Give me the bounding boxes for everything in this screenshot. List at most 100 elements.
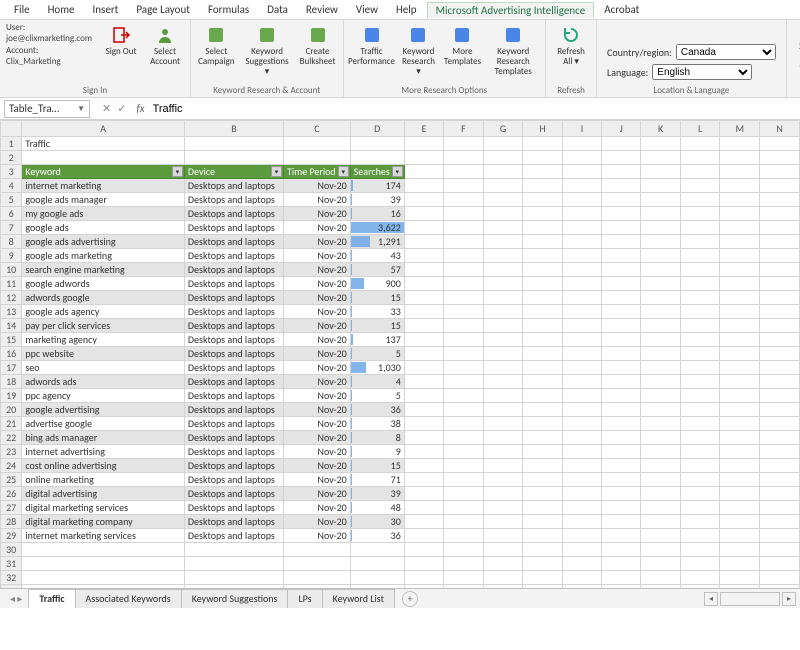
cell-G26[interactable] [483,487,523,501]
cell-L12[interactable] [680,291,719,305]
cell-J26[interactable] [602,487,641,501]
spreadsheet[interactable]: ABCDEFGHIJKLMN1Traffic23Keyword▾Device▾T… [0,120,800,608]
cell-E4[interactable] [404,179,443,193]
cell-L4[interactable] [680,179,719,193]
cell-C14[interactable]: Nov-20 [284,319,351,333]
cell-J28[interactable] [602,515,641,529]
cell-H26[interactable] [523,487,563,501]
col-header-L[interactable]: L [680,121,719,137]
row-header-24[interactable]: 24 [1,459,22,473]
row-header-4[interactable]: 4 [1,179,22,193]
cell-B2[interactable] [184,151,283,165]
row-header-8[interactable]: 8 [1,235,22,249]
cell-E15[interactable] [404,333,443,347]
cell-N31[interactable] [760,557,800,571]
cell-B1[interactable] [184,137,283,151]
cell-F11[interactable] [444,277,483,291]
cell-K31[interactable] [641,557,681,571]
cell-D9[interactable]: 43 [350,249,404,263]
cell-J21[interactable] [602,417,641,431]
cell-E30[interactable] [404,543,443,557]
cell-J1[interactable] [602,137,641,151]
row-header-25[interactable]: 25 [1,473,22,487]
cell-F23[interactable] [444,445,483,459]
cell-M13[interactable] [720,305,760,319]
cell-A21[interactable]: advertise google [22,417,185,431]
col-header-G[interactable]: G [483,121,523,137]
cell-D18[interactable]: 4 [350,375,404,389]
cell-K8[interactable] [641,235,681,249]
cell-I21[interactable] [563,417,602,431]
cell-F32[interactable] [444,571,483,585]
cell-B28[interactable]: Desktops and laptops [184,515,283,529]
cell-H8[interactable] [523,235,563,249]
cell-K11[interactable] [641,277,681,291]
cell-G17[interactable] [483,361,523,375]
cell-B18[interactable]: Desktops and laptops [184,375,283,389]
sheet-tab-associated-keywords[interactable]: Associated Keywords [75,589,182,608]
cell-G20[interactable] [483,403,523,417]
cell-M28[interactable] [720,515,760,529]
cell-A30[interactable] [22,543,185,557]
cell-H24[interactable] [523,459,563,473]
cell-A20[interactable]: google advertising [22,403,185,417]
cell-D19[interactable]: 5 [350,389,404,403]
cell-G25[interactable] [483,473,523,487]
cell-F25[interactable] [444,473,483,487]
cell-C9[interactable]: Nov-20 [284,249,351,263]
cell-L19[interactable] [680,389,719,403]
cell-B24[interactable]: Desktops and laptops [184,459,283,473]
cell-D8[interactable]: 1,291 [350,235,404,249]
cell-I8[interactable] [563,235,602,249]
cell-C27[interactable]: Nov-20 [284,501,351,515]
cell-J18[interactable] [602,375,641,389]
cell-E26[interactable] [404,487,443,501]
cell-F4[interactable] [444,179,483,193]
cell-I15[interactable] [563,333,602,347]
cell-A10[interactable]: search engine marketing [22,263,185,277]
cell-H10[interactable] [523,263,563,277]
cell-D4[interactable]: 174 [350,179,404,193]
cell-N16[interactable] [760,347,800,361]
cell-N10[interactable] [760,263,800,277]
cell-E19[interactable] [404,389,443,403]
cell-E31[interactable] [404,557,443,571]
cell-B12[interactable]: Desktops and laptops [184,291,283,305]
cell-J16[interactable] [602,347,641,361]
cell-M22[interactable] [720,431,760,445]
cell-N20[interactable] [760,403,800,417]
cell-B9[interactable]: Desktops and laptops [184,249,283,263]
cell-K32[interactable] [641,571,681,585]
cell-J31[interactable] [602,557,641,571]
col-header-H[interactable]: H [523,121,563,137]
menu-tab-microsoft-advertising-intelligence[interactable]: Microsoft Advertising Intelligence [427,2,595,18]
cell-H25[interactable] [523,473,563,487]
cell-A11[interactable]: google adwords [22,277,185,291]
cell-G29[interactable] [483,529,523,543]
cell-F30[interactable] [444,543,483,557]
cell-L21[interactable] [680,417,719,431]
cell-D17[interactable]: 1,030 [350,361,404,375]
cell-M23[interactable] [720,445,760,459]
cell-G32[interactable] [483,571,523,585]
cell-L20[interactable] [680,403,719,417]
row-header-23[interactable]: 23 [1,445,22,459]
row-header-16[interactable]: 16 [1,347,22,361]
cell-M8[interactable] [720,235,760,249]
cell-I24[interactable] [563,459,602,473]
cell-D29[interactable]: 36 [350,529,404,543]
cell-D15[interactable]: 137 [350,333,404,347]
cell-L5[interactable] [680,193,719,207]
cell-E21[interactable] [404,417,443,431]
cell-K28[interactable] [641,515,681,529]
cell-F13[interactable] [444,305,483,319]
cell-M31[interactable] [720,557,760,571]
row-header-30[interactable]: 30 [1,543,22,557]
cell-L23[interactable] [680,445,719,459]
cell-H23[interactable] [523,445,563,459]
cell-A28[interactable]: digital marketing company [22,515,185,529]
cell-F17[interactable] [444,361,483,375]
cell-A26[interactable]: digital advertising [22,487,185,501]
cell-D23[interactable]: 9 [350,445,404,459]
cell-M5[interactable] [720,193,760,207]
